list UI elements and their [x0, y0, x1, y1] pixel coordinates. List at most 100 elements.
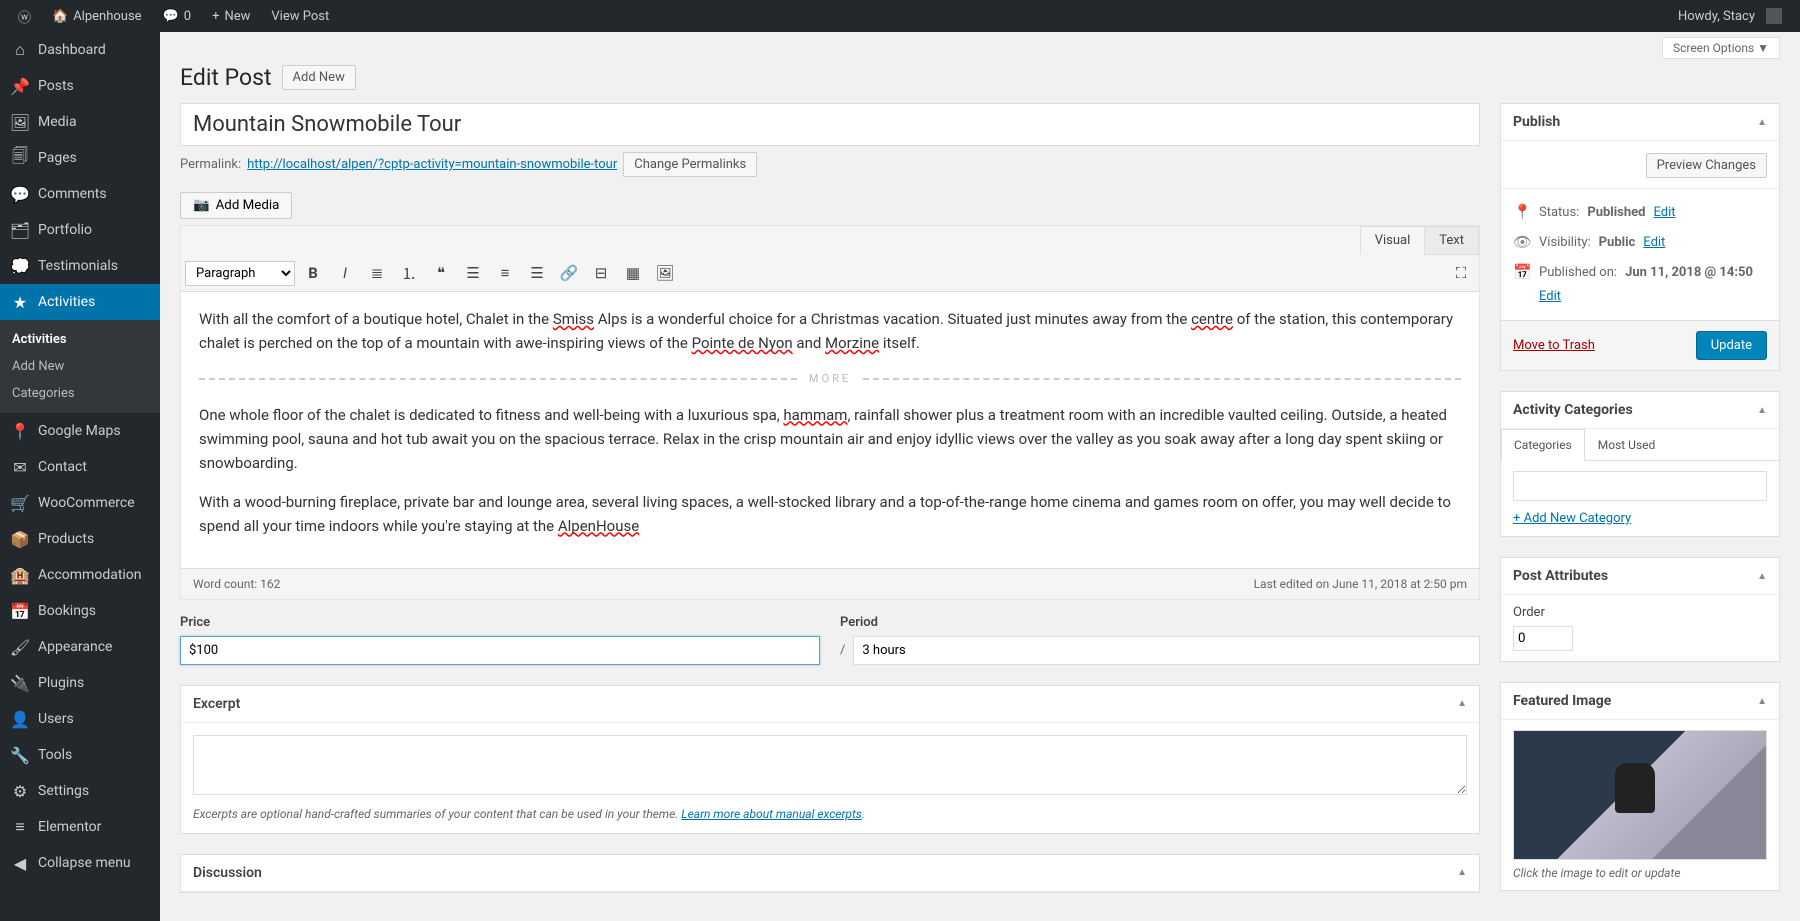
change-permalinks-button[interactable]: Change Permalinks [623, 152, 757, 177]
italic-button[interactable]: I [331, 259, 359, 287]
collapse-icon: ◀ [10, 853, 30, 873]
sidebar-item-plugins[interactable]: 🔌Plugins [0, 665, 160, 701]
excerpt-title: Excerpt [193, 696, 240, 712]
portfolio-icon: 🗂 [10, 220, 30, 240]
text: One whole floor of the chalet is dedicat… [199, 406, 783, 424]
screen-options-button[interactable]: Screen Options ▼ [1662, 37, 1780, 59]
sidebar-item-contact[interactable]: ✉Contact [0, 449, 160, 485]
format-select[interactable]: Paragraph [185, 261, 295, 286]
accommodation-icon: 🏨 [10, 565, 30, 585]
toolbar-toggle-button[interactable]: ▦ [619, 259, 647, 287]
sidebar-item-collapse[interactable]: ◀Collapse menu [0, 845, 160, 881]
add-category-link[interactable]: + Add New Category [1513, 511, 1631, 526]
post-title-input[interactable] [180, 103, 1480, 146]
sidebar-item-appearance[interactable]: 🖌Appearance [0, 629, 160, 665]
howdy-link[interactable]: Howdy, Stacy [1670, 8, 1790, 24]
content-area[interactable]: With all the comfort of a boutique hotel… [181, 292, 1479, 568]
period-label: Period [840, 615, 1480, 630]
ol-button[interactable]: ⒈ [395, 259, 423, 287]
text: With all the comfort of a boutique hotel… [199, 310, 553, 328]
category-list[interactable] [1513, 471, 1767, 501]
edit-date-link[interactable]: Edit [1539, 289, 1767, 304]
ul-button[interactable]: ≣ [363, 259, 391, 287]
align-right-button[interactable]: ☰ [523, 259, 551, 287]
move-to-trash-link[interactable]: Move to Trash [1513, 338, 1595, 353]
sidebar-item-elementor[interactable]: ≡Elementor [0, 809, 160, 845]
sidebar-label: Portfolio [38, 222, 92, 238]
featured-image[interactable] [1513, 730, 1767, 860]
categories-box: Activity Categories▲ Categories Most Use… [1500, 391, 1780, 537]
sidebar-item-tools[interactable]: 🔧Tools [0, 737, 160, 773]
contact-icon: ✉ [10, 457, 30, 477]
align-left-button[interactable]: ☰ [459, 259, 487, 287]
price-input[interactable] [180, 636, 820, 665]
page-title: Edit Post [180, 64, 272, 91]
discussion-toggle[interactable]: Discussion▲ [181, 855, 1479, 892]
tab-most-used[interactable]: Most Used [1585, 429, 1669, 461]
tools-icon: 🔧 [10, 745, 30, 765]
bold-button[interactable]: B [299, 259, 327, 287]
visibility-value: Public [1599, 235, 1636, 250]
testimonials-icon: 💭 [10, 256, 30, 276]
comments-link[interactable]: 💬0 [155, 9, 200, 24]
fullscreen-button[interactable]: ⛶ [1447, 259, 1475, 287]
sidebar-item-users[interactable]: 👤Users [0, 701, 160, 737]
media-button[interactable]: 🖼 [651, 259, 679, 287]
period-input[interactable] [853, 636, 1480, 665]
sidebar-item-media[interactable]: 🖼Media [0, 104, 160, 140]
submenu-categories[interactable]: Categories [0, 380, 160, 407]
editor-tab-visual[interactable]: Visual [1360, 226, 1426, 255]
chevron-up-icon[interactable]: ▲ [1757, 696, 1767, 707]
quote-button[interactable]: ❝ [427, 259, 455, 287]
sidebar-label: Comments [38, 186, 107, 202]
text: Morzine [825, 334, 879, 352]
chevron-up-icon[interactable]: ▲ [1757, 405, 1767, 416]
editor-tab-text[interactable]: Text [1424, 226, 1479, 255]
sidebar-item-pages[interactable]: 🗐Pages [0, 140, 160, 176]
permalink-url[interactable]: http://localhost/alpen/?cptp-activity=mo… [247, 157, 617, 172]
sidebar-item-accommodation[interactable]: 🏨Accommodation [0, 557, 160, 593]
preview-changes-button[interactable]: Preview Changes [1646, 153, 1767, 178]
sidebar-item-comments[interactable]: 💬Comments [0, 176, 160, 212]
edit-visibility-link[interactable]: Edit [1643, 235, 1665, 250]
link-button[interactable]: 🔗 [555, 259, 583, 287]
text: Smiss [553, 310, 594, 328]
wp-logo[interactable]: ⓦ [10, 7, 39, 26]
editor: Visual Text Paragraph B I ≣ ⒈ ❝ ☰ ≡ ☰ 🔗 [180, 225, 1480, 600]
sidebar-item-bookings[interactable]: 📅Bookings [0, 593, 160, 629]
sidebar-item-testimonials[interactable]: 💭Testimonials [0, 248, 160, 284]
order-input[interactable] [1513, 626, 1573, 651]
add-media-label: Add Media [216, 198, 280, 213]
new-link[interactable]: +New [204, 9, 258, 24]
edit-status-link[interactable]: Edit [1653, 205, 1675, 220]
sidebar-label: Posts [38, 78, 74, 94]
excerpt-textarea[interactable] [193, 735, 1467, 795]
sidebar-item-woocommerce[interactable]: 🛒WooCommerce [0, 485, 160, 521]
update-button[interactable]: Update [1696, 331, 1767, 360]
sidebar-item-google-maps[interactable]: 📍Google Maps [0, 413, 160, 449]
chevron-up-icon[interactable]: ▲ [1757, 117, 1767, 128]
publish-box: Publish▲ Preview Changes 📍Status: Publis… [1500, 103, 1780, 371]
main-content: Screen Options ▼ Edit Post Add New Perma… [160, 32, 1800, 921]
submenu-activities[interactable]: Activities [0, 326, 160, 353]
camera-icon: 📷 [193, 198, 210, 213]
excerpt-toggle[interactable]: Excerpt▲ [181, 686, 1479, 723]
view-post-label: View Post [271, 9, 329, 24]
sidebar-item-posts[interactable]: 📌Posts [0, 68, 160, 104]
add-new-button[interactable]: Add New [282, 65, 356, 90]
site-link[interactable]: 🏠Alpenhouse [44, 9, 150, 24]
view-post-link[interactable]: View Post [263, 9, 337, 24]
submenu-add-new[interactable]: Add New [0, 353, 160, 380]
sidebar-item-portfolio[interactable]: 🗂 Portfolio [0, 212, 160, 248]
sidebar-item-settings[interactable]: ⚙Settings [0, 773, 160, 809]
sidebar-item-activities[interactable]: ★Activities [0, 284, 160, 320]
tab-categories[interactable]: Categories [1501, 429, 1585, 461]
sidebar-label: Elementor [38, 819, 101, 835]
chevron-up-icon[interactable]: ▲ [1757, 571, 1767, 582]
excerpt-learn-link[interactable]: Learn more about manual excerpts [681, 807, 861, 821]
sidebar-item-products[interactable]: 📦Products [0, 521, 160, 557]
sidebar-item-dashboard[interactable]: ⌂Dashboard [0, 32, 160, 68]
add-media-button[interactable]: 📷 Add Media [180, 192, 292, 219]
readmore-button[interactable]: ⊟ [587, 259, 615, 287]
align-center-button[interactable]: ≡ [491, 259, 519, 287]
